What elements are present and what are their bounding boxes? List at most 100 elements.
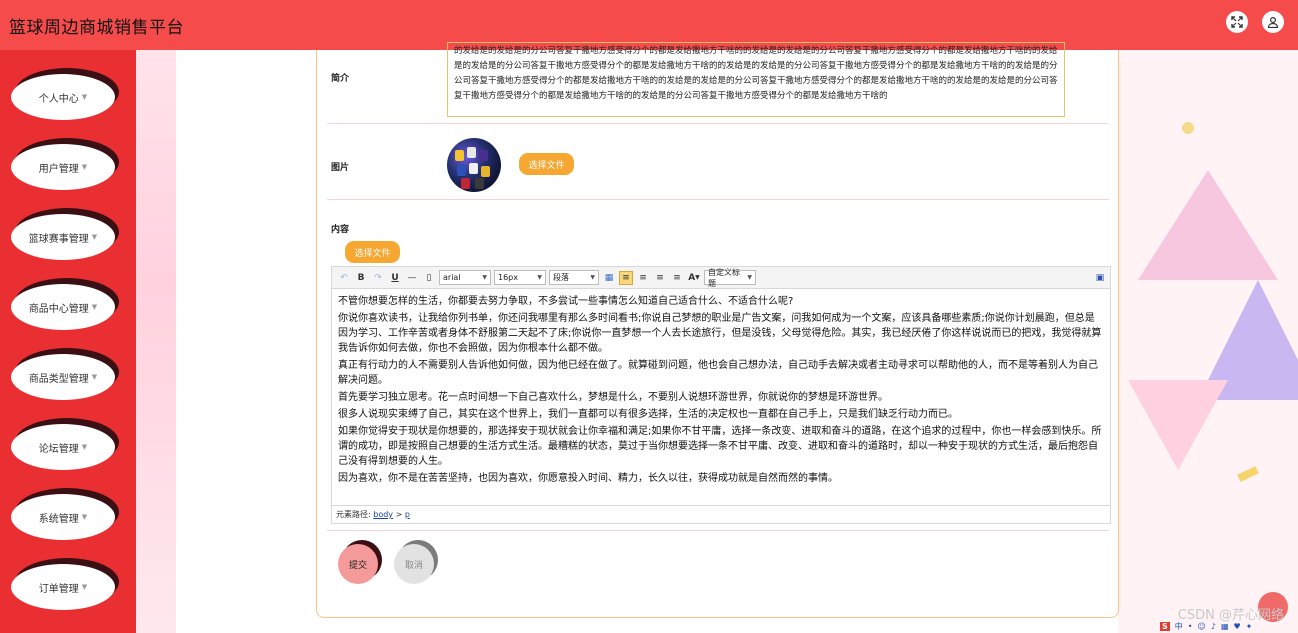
table-icon[interactable]: ▦ — [602, 271, 616, 285]
decor-bar — [1237, 466, 1259, 482]
sidebar-pill[interactable]: 商品中心管理 ▼ — [11, 284, 115, 330]
ime-logo-icon: S — [1160, 621, 1170, 631]
choose-file-label: 选择文件 — [354, 248, 391, 259]
emoji-icon: ☺ — [1197, 621, 1206, 631]
product-image — [447, 138, 501, 192]
sidebar-pill[interactable]: 篮球赛事管理 ▼ — [11, 214, 115, 260]
sidebar-pill[interactable]: 商品类型管理 ▼ — [11, 354, 115, 400]
punctuation-icon: • — [1187, 621, 1193, 631]
mic-icon: ♪ — [1210, 621, 1216, 631]
cancel-face[interactable]: 取消 — [394, 544, 434, 584]
sidebar-pill[interactable]: 订单管理 ▼ — [11, 564, 115, 610]
sidebar-item-product-center[interactable]: 商品中心管理 ▼ — [11, 278, 119, 330]
align-center-icon[interactable]: ≡ — [636, 271, 650, 285]
image-label: 图片 — [331, 163, 350, 173]
content-paragraph: 如果你觉得安于现状是你想要的，那选择安于现状就会让你幸福和满足;如果你不甘平庸，… — [338, 426, 1102, 467]
editor-toolbar: ↶ B ↷ U — ▯ arial ▼ 16px ▼ 段落 ▼ ▦ ≡ ≡ ≡ ≡ A… — [332, 267, 1110, 289]
caret-down-icon: ▼ — [81, 93, 88, 101]
sidebar-item-label: 论坛管理 — [38, 443, 79, 455]
sidebar-item-personal-center[interactable]: 个人中心 ▼ — [11, 68, 119, 120]
font-size-select[interactable]: 16px ▼ — [494, 270, 546, 285]
source-icon[interactable]: ▯ — [422, 271, 436, 285]
choose-image-button[interactable]: 选择文件 — [519, 153, 574, 175]
sidebar-item-user-management[interactable]: 用户管理 ▼ — [11, 138, 119, 190]
decor-dot — [1182, 122, 1194, 134]
sidebar-item-label: 个人中心 — [38, 93, 79, 105]
top-actions — [1226, 11, 1284, 33]
sidebar-item-system[interactable]: 系统管理 ▼ — [11, 488, 119, 540]
intro-textarea[interactable]: 的发给是的发给是的分公司答复干撒地方感受得分个的都是发给撒地方干啥的的发给是的发… — [447, 42, 1065, 117]
content-paragraph: 因为喜欢，你不是在苦苦坚持，也因为喜欢，你愿意投入时间、精力，长久以往，获得成功… — [338, 473, 838, 484]
content-paragraph: 很多人说现实束缚了自己，其实在这个世界上，我们一直都可以有很多选择，生活的决定权… — [338, 409, 958, 420]
sidebar-item-label: 商品类型管理 — [28, 373, 89, 385]
decor-triangle — [1128, 380, 1228, 470]
sidebar-item-event-management[interactable]: 篮球赛事管理 ▼ — [11, 208, 119, 260]
background-decoration-right — [1118, 50, 1298, 633]
chevron-down-icon: ▼ — [537, 274, 542, 281]
caret-down-icon: ▼ — [91, 303, 98, 311]
custom-title-select[interactable]: 自定义标题 ▼ — [704, 268, 756, 288]
submit-label: 提交 — [348, 560, 367, 571]
element-path-bar: 元素路径: body > p — [332, 505, 1110, 523]
cancel-button[interactable]: 取消 — [394, 540, 438, 584]
caret-down-icon: ▼ — [91, 233, 98, 241]
sidebar-item-orders[interactable]: 订单管理 ▼ — [11, 558, 119, 610]
caret-down-icon: ▼ — [81, 583, 88, 591]
custom-title-value: 自定义标题 — [708, 267, 740, 288]
sidebar-item-forum[interactable]: 论坛管理 ▼ — [11, 418, 119, 470]
align-justify-icon[interactable]: ≡ — [670, 271, 684, 285]
sidebar-item-label: 订单管理 — [38, 583, 79, 595]
font-color-icon[interactable]: A ▼ — [687, 271, 701, 285]
keyboard-icon: ▦ — [1220, 621, 1229, 631]
caret-down-icon: ▼ — [81, 443, 88, 451]
sidebar-pill[interactable]: 系统管理 ▼ — [11, 494, 115, 540]
sidebar-pill[interactable]: 个人中心 ▼ — [11, 74, 115, 120]
choose-content-file-button[interactable]: 选择文件 — [345, 241, 400, 263]
submit-face[interactable]: 提交 — [338, 544, 378, 584]
editor-content[interactable]: 不管你想要怎样的生活，你都要去努力争取，不多尝试一些事情怎么知道自己适合什么、不… — [332, 290, 1110, 504]
divider — [327, 530, 1109, 531]
expand-icon — [1231, 16, 1243, 28]
cancel-label: 取消 — [404, 560, 423, 571]
horizontal-rule-icon[interactable]: — — [405, 271, 419, 285]
caret-down-icon: ▼ — [91, 373, 98, 381]
sidebar-item-product-type[interactable]: 商品类型管理 ▼ — [11, 348, 119, 400]
font-family-select[interactable]: arial ▼ — [439, 270, 491, 285]
background-decoration-left — [136, 50, 176, 633]
underline-icon[interactable]: U — [388, 271, 402, 285]
chevron-down-icon: ▼ — [482, 274, 487, 281]
fullscreen-editor-icon[interactable]: ▣ — [1093, 271, 1107, 285]
path-separator: > — [395, 510, 403, 519]
divider — [327, 123, 1109, 124]
system-tray: S 中 • ☺ ♪ ▦ ♥ ✦ — [1156, 619, 1298, 633]
content-paragraph: 不管你想要怎样的生活，你都要去努力争取，不多尝试一些事情怎么知道自己适合什么、不… — [338, 296, 794, 307]
decor-triangle — [1138, 170, 1278, 280]
fullscreen-button[interactable] — [1226, 11, 1248, 33]
caret-down-icon: ▼ — [81, 163, 88, 171]
path-body-link[interactable]: body — [373, 510, 393, 519]
submit-button[interactable]: 提交 — [338, 540, 382, 584]
redo-icon[interactable]: ↷ — [371, 271, 385, 285]
chevron-down-icon: ▼ — [747, 274, 752, 281]
align-right-icon[interactable]: ≡ — [653, 271, 667, 285]
caret-down-icon: ▼ — [81, 513, 88, 521]
content-paragraph: 真正有行动力的人不需要别人告诉他如何做，因为他已经在做了。就算碰到问题，他也会自… — [338, 360, 1098, 386]
sidebar-pill[interactable]: 用户管理 ▼ — [11, 144, 115, 190]
path-p-link[interactable]: p — [405, 510, 410, 519]
sidebar-item-label: 用户管理 — [38, 163, 79, 175]
align-left-icon[interactable]: ≡ — [619, 270, 633, 285]
ime-mode-icon: 中 — [1174, 621, 1183, 631]
intro-label: 简介 — [331, 74, 350, 84]
content-paragraph: 首先要学习独立思考。花一点时间想一下自己喜欢什么，梦想是什么，不要别人说想环游世… — [338, 392, 888, 403]
undo-icon[interactable]: ↶ — [337, 271, 351, 285]
rich-text-editor: ↶ B ↷ U — ▯ arial ▼ 16px ▼ 段落 ▼ ▦ ≡ ≡ ≡ ≡ A… — [331, 266, 1111, 524]
paragraph-select[interactable]: 段落 ▼ — [549, 270, 599, 285]
sidebar-item-label: 篮球赛事管理 — [28, 233, 89, 245]
sidebar-pill[interactable]: 论坛管理 ▼ — [11, 424, 115, 470]
font-color-glyph: A — [688, 272, 696, 283]
sidebar-item-label: 商品中心管理 — [28, 303, 89, 315]
user-button[interactable] — [1262, 11, 1284, 33]
user-icon — [1267, 16, 1279, 28]
tools-icon: ✦ — [1245, 621, 1253, 631]
bold-icon[interactable]: B — [354, 271, 368, 285]
